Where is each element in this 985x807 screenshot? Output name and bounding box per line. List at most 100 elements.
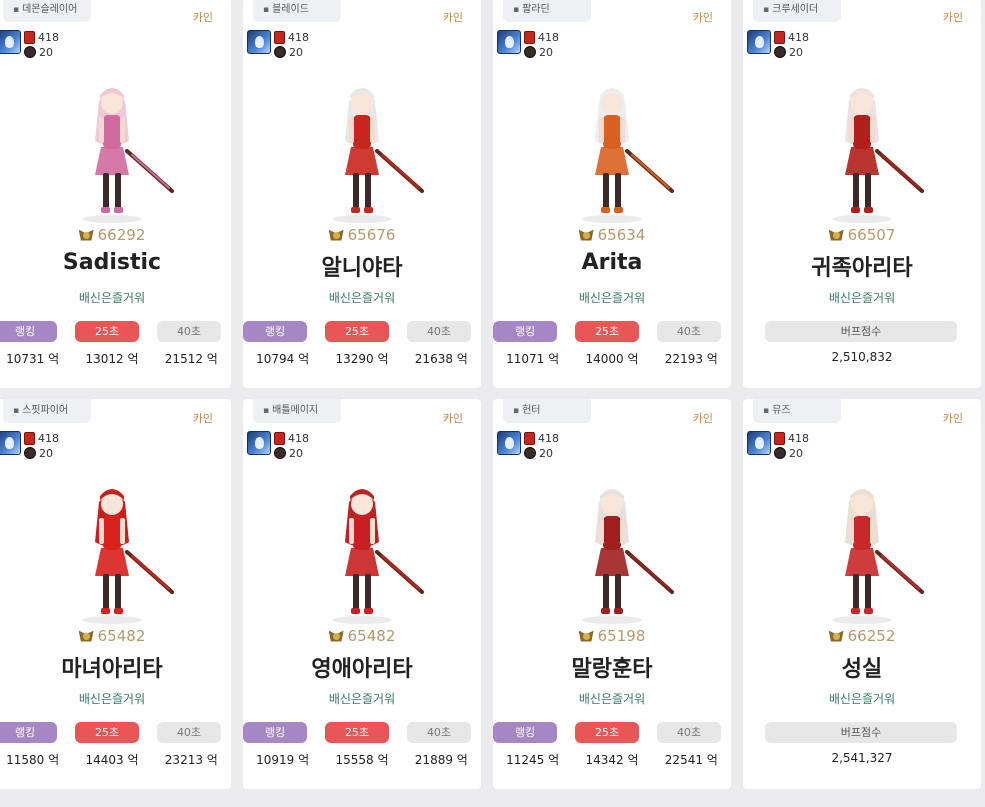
- job-tag: ▪ 배틀메이지: [253, 399, 341, 423]
- 25s-pill[interactable]: 25초: [325, 722, 389, 743]
- 40s-pill[interactable]: 40초: [407, 722, 471, 743]
- damage-values: 10919 억 15558 억 21889 억: [243, 751, 481, 768]
- ranking-pill[interactable]: 랭킹: [493, 321, 557, 342]
- 40s-pill[interactable]: 40초: [407, 321, 471, 342]
- 25s-value: 14000 억: [585, 352, 639, 366]
- character-card[interactable]: ▪ 스핏파이어 카인 418 20 65482 마녀아리타 배신은즐거워 랭킹 …: [0, 399, 231, 789]
- 40s-value: 21512 억: [164, 352, 218, 366]
- guild-name[interactable]: 배신은즐거워: [243, 690, 481, 707]
- guild-name[interactable]: 배신은즐거워: [743, 289, 981, 306]
- guild-name[interactable]: 배신은즐거워: [493, 690, 731, 707]
- ranking-value: 11580 억: [6, 753, 60, 767]
- fame-value: 65198: [597, 627, 646, 645]
- item-level-icon: [24, 30, 35, 44]
- character-name[interactable]: 알니야타: [243, 250, 481, 282]
- 25s-pill[interactable]: 25초: [575, 321, 639, 342]
- sub-level: 20: [289, 446, 303, 460]
- character-name[interactable]: Sadistic: [0, 250, 231, 275]
- buff-score-pill[interactable]: 버프점수: [765, 722, 957, 743]
- guild-name[interactable]: 배신은즐거워: [243, 289, 481, 306]
- server-name: 카인: [942, 412, 963, 425]
- 25s-value: 13290 억: [335, 352, 389, 366]
- buff-score-pill[interactable]: 버프점수: [765, 321, 957, 342]
- item-level: 418: [38, 431, 59, 445]
- character-card[interactable]: ▪ 배틀메이지 카인 418 20 65482 영애아리타 배신은즐거워 랭킹 …: [243, 399, 481, 789]
- ranking-pill[interactable]: 랭킹: [243, 722, 307, 743]
- pet-icon: [524, 447, 536, 459]
- character-name[interactable]: 귀족아리타: [743, 250, 981, 282]
- character-name[interactable]: 마녀아리타: [0, 651, 231, 683]
- server-name: 카인: [192, 412, 213, 425]
- book-icon: ▪: [513, 406, 520, 416]
- fame-score: 65482: [243, 627, 481, 645]
- character-name[interactable]: 말랑훈타: [493, 651, 731, 683]
- character-name[interactable]: 성실: [743, 651, 981, 683]
- item-level-icon: [774, 30, 785, 44]
- damage-tabs: 랭킹 25초 40초: [0, 722, 231, 743]
- class-icon: [497, 431, 521, 455]
- guild-name[interactable]: 배신은즐거워: [0, 289, 231, 306]
- damage-tabs: 랭킹 25초 40초: [243, 722, 481, 743]
- character-name[interactable]: 영애아리타: [243, 651, 481, 683]
- job-tag: ▪ 데몬슬레이어: [3, 0, 91, 22]
- character-card[interactable]: ▪ 팔라딘 카인 418 20 65634 Arita 배신은즐거워 랭킹 25…: [493, 0, 731, 388]
- sub-level: 20: [39, 446, 53, 460]
- pet-icon: [24, 447, 36, 459]
- character-sprite: [493, 469, 731, 629]
- fame-medal-icon: [579, 229, 594, 242]
- fame-score: 66507: [743, 226, 981, 244]
- 25s-pill[interactable]: 25초: [325, 321, 389, 342]
- character-card[interactable]: ▪ 데몬슬레이어 카인 418 20 66292 Sadistic 배신은즐거워…: [0, 0, 231, 388]
- 40s-value: 23213 억: [164, 753, 218, 767]
- 25s-value: 14403 억: [85, 753, 139, 767]
- ranking-pill[interactable]: 랭킹: [493, 722, 557, 743]
- job-name: 팔라딘: [522, 4, 550, 15]
- ranking-pill[interactable]: 랭킹: [0, 321, 57, 342]
- server-name: 카인: [692, 11, 713, 24]
- item-level-icon: [274, 431, 285, 445]
- class-icon: [247, 431, 271, 455]
- class-icon: [0, 30, 21, 54]
- ranking-value: 11071 억: [506, 352, 560, 366]
- server-name: 카인: [692, 412, 713, 425]
- job-name: 데몬슬레이어: [22, 4, 78, 15]
- ranking-pill[interactable]: 랭킹: [243, 321, 307, 342]
- character-icons: 418 20: [747, 30, 809, 59]
- guild-name[interactable]: 배신은즐거워: [493, 289, 731, 306]
- sub-level: 20: [539, 446, 553, 460]
- character-card[interactable]: ▪ 뮤즈 카인 418 20 66252 성실 배신은즐거워 버프점수 2,54…: [743, 399, 981, 789]
- fame-score: 65482: [0, 627, 231, 645]
- character-card[interactable]: ▪ 블레이드 카인 418 20 65676 알니야타 배신은즐거워 랭킹 25…: [243, 0, 481, 388]
- item-level-icon: [524, 431, 535, 445]
- class-icon: [247, 30, 271, 54]
- fame-medal-icon: [579, 630, 594, 643]
- ranking-pill[interactable]: 랭킹: [0, 722, 57, 743]
- character-sprite: [0, 68, 231, 228]
- 40s-pill[interactable]: 40초: [657, 321, 721, 342]
- 25s-pill[interactable]: 25초: [575, 722, 639, 743]
- 25s-value: 13012 억: [85, 352, 139, 366]
- pet-icon: [274, 46, 286, 58]
- guild-name[interactable]: 배신은즐거워: [743, 690, 981, 707]
- 40s-pill[interactable]: 40초: [657, 722, 721, 743]
- job-tag: ▪ 뮤즈: [753, 399, 841, 423]
- damage-tabs: 랭킹 25초 40초: [493, 321, 731, 342]
- character-name[interactable]: Arita: [493, 250, 731, 275]
- guild-name[interactable]: 배신은즐거워: [0, 690, 231, 707]
- character-card[interactable]: ▪ 크루세이더 카인 418 20 66507 귀족아리타 배신은즐거워 버프점…: [743, 0, 981, 388]
- book-icon: ▪: [263, 5, 270, 15]
- job-name: 크루세이더: [772, 4, 819, 15]
- character-sprite: [243, 68, 481, 228]
- 40s-pill[interactable]: 40초: [157, 321, 221, 342]
- ranking-value: 10794 억: [256, 352, 310, 366]
- character-icons: 418 20: [0, 431, 59, 460]
- 25s-pill[interactable]: 25초: [75, 321, 139, 342]
- character-card[interactable]: ▪ 헌터 카인 418 20 65198 말랑훈타 배신은즐거워 랭킹 25초 …: [493, 399, 731, 789]
- 25s-pill[interactable]: 25초: [75, 722, 139, 743]
- job-name: 헌터: [522, 405, 541, 416]
- fame-score: 66292: [0, 226, 231, 244]
- server-name: 카인: [192, 11, 213, 24]
- 40s-pill[interactable]: 40초: [157, 722, 221, 743]
- fame-medal-icon: [79, 229, 94, 242]
- class-icon: [0, 431, 21, 455]
